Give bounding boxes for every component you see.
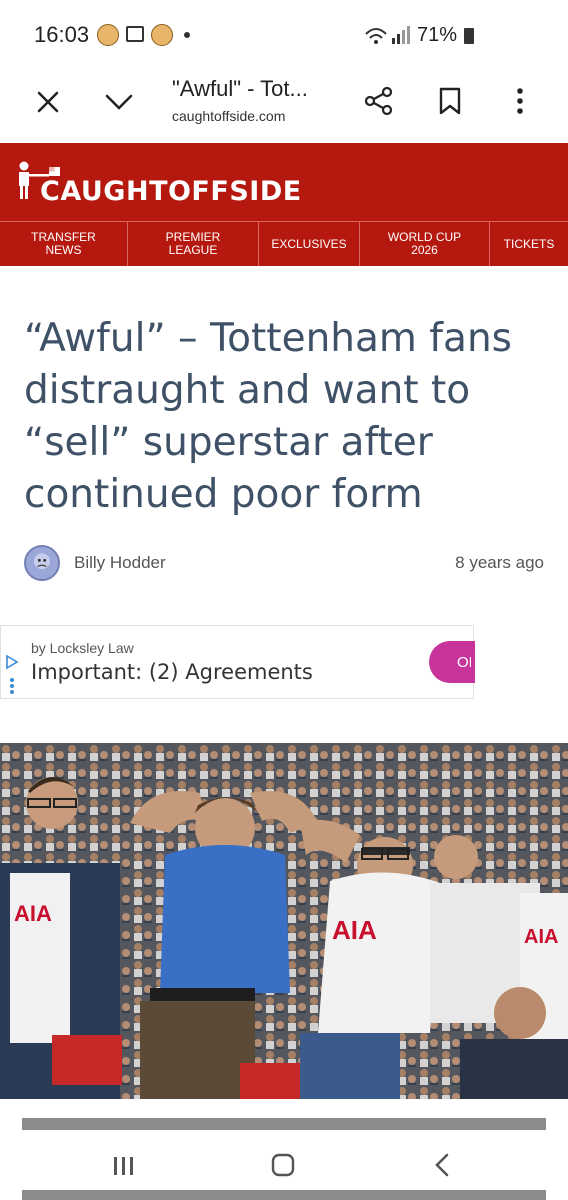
article-date: 8 years ago — [455, 553, 544, 572]
ad-title[interactable]: Important: (2) Agreements — [31, 660, 313, 684]
recent-apps-icon[interactable] — [112, 1155, 136, 1177]
ad-open-button[interactable]: OP — [429, 641, 475, 683]
site-nav: TRANSFER NEWS PREMIER LEAGUE EXCLUSIVES WO… — [0, 221, 568, 266]
site-header: CAUGHTOFFSIDE — [0, 143, 568, 221]
tab-url[interactable]: caughtoffside.com — [172, 108, 285, 124]
home-icon[interactable] — [270, 1152, 296, 1178]
browser-toolbar: "Awful" - Tot... caughtoffside.com — [0, 70, 568, 142]
article-author[interactable]: Billy Hodder — [74, 553, 166, 573]
nav-world-cup-2026[interactable]: WORLD CUP 2026 — [360, 222, 490, 266]
notification-emoji-icon — [97, 24, 119, 46]
nav-transfer-news[interactable]: TRANSFER NEWS — [0, 222, 128, 266]
crowd-photo-illustration: AIA AIA AIA — [0, 743, 568, 1099]
tab-title[interactable]: "Awful" - Tot... — [172, 76, 308, 102]
ad-sponsor: by Locksley Law — [31, 640, 134, 656]
nav-tickets[interactable]: TICKETS — [490, 222, 568, 266]
chevron-down-icon[interactable] — [104, 92, 134, 112]
status-time: 16:03 — [34, 22, 90, 47]
notification-emoji-icon — [151, 24, 173, 46]
author-avatar[interactable] — [24, 545, 60, 581]
gallery-notification-icon — [126, 26, 144, 42]
back-icon[interactable] — [432, 1152, 452, 1178]
shirt-logo: AIA — [14, 901, 52, 926]
battery-level: 71% — [417, 24, 458, 46]
svg-text:AIA: AIA — [524, 926, 558, 948]
status-bar: 16:03 71% — [0, 0, 568, 70]
wifi-signal-icon — [365, 26, 410, 44]
nav-premier-league[interactable]: PREMIER LEAGUE — [128, 222, 259, 266]
svg-text:AIA: AIA — [332, 915, 377, 945]
more-notifications-icon — [184, 32, 190, 38]
nav-exclusives[interactable]: EXCLUSIVES — [259, 222, 360, 266]
close-icon[interactable] — [36, 90, 60, 114]
more-options-icon[interactable] — [514, 86, 526, 116]
adchoices-icon[interactable] — [5, 654, 19, 698]
next-article-image — [22, 1190, 546, 1200]
battery-icon — [464, 28, 474, 44]
article-photo: AIA AIA AIA — [0, 743, 568, 1099]
bookmark-icon[interactable] — [438, 87, 462, 115]
ad-banner[interactable]: by Locksley Law Important: (2) Agreement… — [0, 625, 475, 699]
site-logo[interactable]: CAUGHTOFFSIDE — [40, 176, 302, 207]
article-headline: “Awful” – Tottenham fans distraught and … — [24, 316, 512, 517]
share-icon[interactable] — [364, 86, 394, 116]
next-article-image — [22, 1118, 546, 1130]
